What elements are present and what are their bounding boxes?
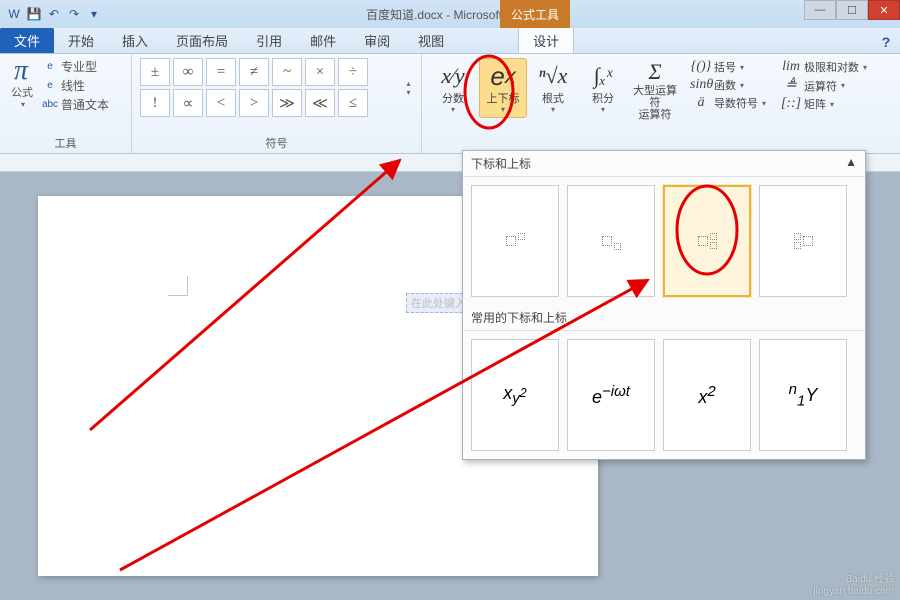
bracket-icon: {()} [690,59,712,75]
struct-script[interactable]: ex 上下标 ▾ [479,58,527,118]
sym-neq[interactable]: ≠ [239,58,269,86]
group-label-tools: 工具 [8,133,123,151]
sym-propto[interactable]: ∝ [173,89,203,117]
group-tools: π 公式 ▾ e 专业型 e 线性 abc 普通文本 工具 [0,54,132,153]
qat-save-icon[interactable]: 💾 [25,5,43,23]
quick-access-toolbar: W 💾 ↶ ↷ ▾ [0,5,108,23]
dd-subscript[interactable] [567,185,655,297]
chevron-down-icon: ▾ [451,105,455,114]
script-icon: ex [490,59,515,93]
matrix-icon: [::] [780,96,802,112]
btn-professional[interactable]: e 专业型 [42,58,109,75]
qat-customize-icon[interactable]: ▾ [85,5,103,23]
struct-function[interactable]: sinθ 函数▾ [690,77,766,93]
fraction-icon: x⁄y [441,59,464,93]
tab-ref[interactable]: 引用 [242,27,296,53]
accent-icon: ä [690,95,712,111]
sym-le[interactable]: ≤ [338,89,368,117]
qat-undo-icon[interactable]: ↶ [45,5,63,23]
dd-superscript[interactable] [471,185,559,297]
pi-icon: π [8,58,34,84]
chevron-down-icon[interactable]: ▾ [21,100,25,109]
struct-accent[interactable]: ä 导数符号▾ [690,95,766,111]
radical-icon: ⁿ√x [539,59,568,93]
sym-div[interactable]: ÷ [338,58,368,86]
tab-design[interactable]: 设计 [518,27,574,53]
chevron-down-icon: ▾ [601,105,605,114]
tab-view[interactable]: 视图 [404,27,458,53]
sym-muchlt[interactable]: ≪ [305,89,335,117]
struct-operator[interactable]: ≜ 运算符▾ [780,77,867,94]
group-symbols: ± ∞ = ≠ ~ × ÷ ! ∝ < > ≫ ≪ ≤ ▴▾ 符号 [132,54,422,153]
help-icon[interactable]: ? [872,31,900,53]
struct-limit[interactable]: lim 极限和对数▾ [780,59,867,75]
struct-largeop[interactable]: Σ 大型运算符运算符 [629,58,681,118]
sym-times[interactable]: × [305,58,335,86]
margin-mark [168,276,188,296]
group-structures: x⁄y 分数 ▾ ex 上下标 ▾ ⁿ√x 根式 ▾ ∫ₓˣ 积分 ▾ Σ 大型 [422,54,900,153]
group-label-symbols: 符号 [140,133,413,151]
pro-icon: e [42,59,58,75]
tab-mail[interactable]: 邮件 [296,27,350,53]
linear-icon: e [42,78,58,94]
sym-tilde[interactable]: ~ [272,58,302,86]
watermark: Baidu 经验 jingyan.baidu.com [813,574,894,598]
dd-grid-2: xy2 e−iωt x2 n1Y [463,331,865,459]
ribbon-tabs: 文件 开始 插入 页面布局 引用 邮件 审阅 视图 设计 ? [0,28,900,54]
chevron-down-icon: ▾ [551,105,555,114]
qat-redo-icon[interactable]: ↷ [65,5,83,23]
dd-common-3[interactable]: n1Y [759,339,847,451]
function-icon: sinθ [690,77,712,93]
dd-common-2[interactable]: x2 [663,339,751,451]
dd-leftsubsup[interactable] [759,185,847,297]
struct-radical[interactable]: ⁿ√x 根式 ▾ [529,58,577,118]
minimize-icon[interactable]: — [804,0,836,20]
sigma-icon: Σ [648,59,661,85]
symbols-more-icon[interactable]: ▴▾ [404,58,413,117]
sym-plusminus[interactable]: ± [140,58,170,86]
tab-review[interactable]: 审阅 [350,27,404,53]
btn-linear[interactable]: e 线性 [42,77,109,94]
dd-scroll-up-icon[interactable]: ▲ [845,155,857,172]
struct-bracket[interactable]: {()} 括号▾ [690,59,766,75]
sym-excl[interactable]: ! [140,89,170,117]
tab-insert[interactable]: 插入 [108,27,162,53]
abc-icon: abc [42,97,58,113]
dd-grid-1 [463,177,865,305]
struct-integral[interactable]: ∫ₓˣ 积分 ▾ [579,58,627,118]
limit-icon: lim [780,59,802,75]
dd-common-0[interactable]: xy2 [471,339,559,451]
dd-section-1: 下标和上标 [471,155,531,172]
sym-equal[interactable]: = [206,58,236,86]
chevron-down-icon: ▾ [501,105,505,114]
formula-button[interactable]: 公式 [11,84,33,100]
ribbon: π 公式 ▾ e 专业型 e 线性 abc 普通文本 工具 [0,54,900,154]
tab-file[interactable]: 文件 [0,27,54,53]
maximize-icon[interactable]: ☐ [836,0,868,20]
dd-common-1[interactable]: e−iωt [567,339,655,451]
sym-muchgt[interactable]: ≫ [272,89,302,117]
contextual-tab-equation-tools[interactable]: 公式工具 [500,0,570,28]
sym-infinity[interactable]: ∞ [173,58,203,86]
integral-icon: ∫ₓˣ [594,59,613,93]
close-icon[interactable]: ✕ [868,0,900,20]
dd-supersub[interactable] [663,185,751,297]
script-dropdown: 下标和上标 ▲ 常用的下标和上标 xy2 e−iωt x2 n1Y [462,150,866,460]
tab-layout[interactable]: 页面布局 [162,27,242,53]
titlebar: W 💾 ↶ ↷ ▾ 百度知道.docx - Microsoft Word 公式工… [0,0,900,28]
dd-section-2: 常用的下标和上标 [471,309,567,326]
sym-lt[interactable]: < [206,89,236,117]
sym-gt[interactable]: > [239,89,269,117]
struct-fraction[interactable]: x⁄y 分数 ▾ [429,58,477,118]
operator-icon: ≜ [780,77,802,94]
btn-plain-text[interactable]: abc 普通文本 [42,96,109,113]
word-icon: W [5,5,23,23]
symbol-grid: ± ∞ = ≠ ~ × ÷ ! ∝ < > ≫ ≪ ≤ [140,58,401,117]
struct-matrix[interactable]: [::] 矩阵▾ [780,96,867,112]
tab-home[interactable]: 开始 [54,27,108,53]
window-controls: — ☐ ✕ [804,0,900,20]
